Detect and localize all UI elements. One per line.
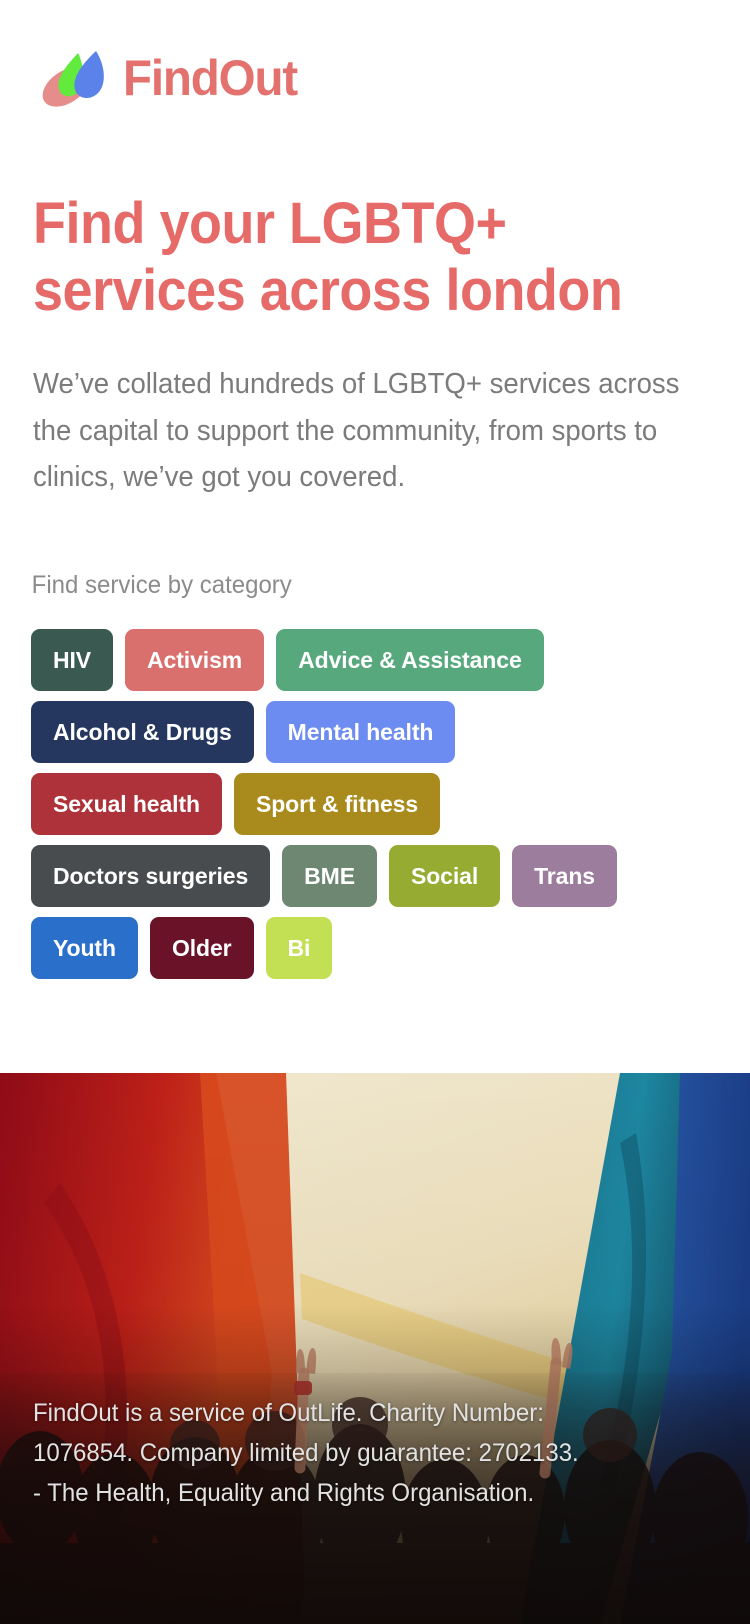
footer-photo-overlay (0, 1073, 750, 1624)
category-pill-advice-assistance[interactable]: Advice & Assistance (276, 629, 544, 692)
page-title-line-2: services across london (33, 258, 623, 324)
category-pill-activism[interactable]: Activism (125, 629, 265, 692)
site-header: FindOut (0, 0, 750, 118)
category-pill-youth[interactable]: Youth (31, 917, 138, 980)
category-pill-hiv[interactable]: HIV (31, 629, 114, 692)
category-section: Find service by category HIV Activism Advi… (0, 571, 750, 980)
category-pill-sport-fitness[interactable]: Sport & fitness (233, 773, 441, 836)
logo-wordmark: FindOut (123, 50, 298, 106)
page-title-line-1: Find your LGBTQ+ (33, 191, 507, 256)
hero-subtitle: We’ve collated hundreds of LGBTQ+ servic… (33, 367, 680, 494)
category-pill-sexual-health[interactable]: Sexual health (31, 773, 222, 836)
category-pill-trans[interactable]: Trans (512, 845, 617, 908)
site-footer: FindOut is a service of OutLife. Charity… (0, 1073, 750, 1624)
hero-section: Find your LGBTQ+ services across london … (0, 190, 750, 501)
category-pill-doctors-surgeries[interactable]: Doctors surgeries (31, 845, 271, 908)
category-section-label: Find service by category (31, 571, 292, 600)
category-pill-alcohol-drugs[interactable]: Alcohol & Drugs (31, 701, 254, 764)
category-pill-older[interactable]: Older (149, 917, 254, 980)
findout-logo-icon (42, 51, 104, 107)
category-pill-list: HIV Activism Advice & Assistance Alcohol & … (0, 629, 640, 980)
category-pill-bme[interactable]: BME (282, 845, 377, 908)
footer-legal-text: FindOut is a service of OutLife. Charity… (33, 1399, 579, 1507)
category-pill-social[interactable]: Social (388, 845, 501, 908)
page-root: FindOut Find your LGBTQ+ services across… (0, 0, 750, 1624)
page-title: Find your LGBTQ+ services across london (33, 190, 725, 325)
category-pill-mental-health[interactable]: Mental health (265, 701, 456, 764)
logo-home-link[interactable]: FindOut (33, 45, 306, 111)
category-pill-bi[interactable]: Bi (265, 917, 333, 980)
